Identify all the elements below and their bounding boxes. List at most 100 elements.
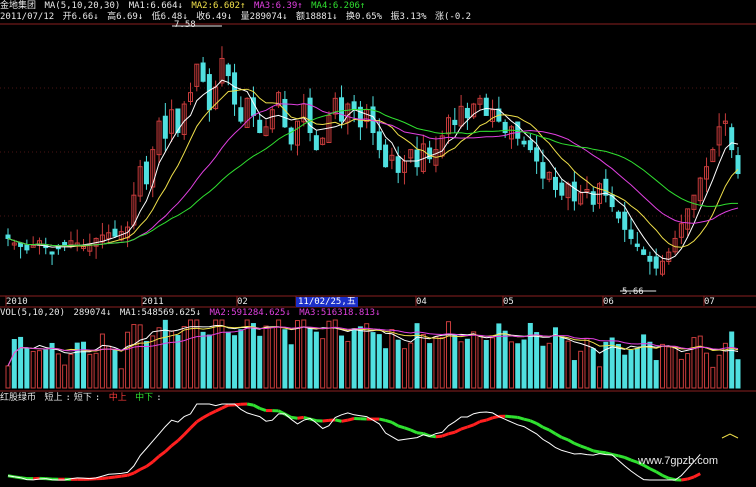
volume-bar bbox=[125, 331, 131, 389]
xaxis-tick-07: 07 bbox=[704, 297, 715, 307]
xaxis-tick-02: 02 bbox=[237, 297, 248, 307]
indicator-mid-line bbox=[151, 455, 161, 463]
volume-bar bbox=[420, 334, 426, 389]
volume-bar bbox=[175, 335, 181, 389]
volume-bar bbox=[647, 341, 653, 389]
indicator-mid-line bbox=[215, 406, 223, 413]
indicator-mid-line bbox=[139, 465, 148, 471]
volume-bar bbox=[477, 334, 483, 389]
indicator-mid-line bbox=[618, 454, 626, 459]
indicator-mid-line bbox=[441, 432, 450, 438]
date-cursor-label: 11/02/25,五 bbox=[296, 297, 358, 307]
volume-bar bbox=[326, 320, 332, 389]
candle-body bbox=[483, 97, 489, 116]
price-high-label: 7.58 bbox=[174, 20, 196, 30]
volume-bar bbox=[112, 349, 118, 389]
volume-bar bbox=[439, 336, 445, 389]
volume-bar bbox=[433, 336, 439, 389]
indicator-mid-line bbox=[479, 418, 487, 423]
volume-bar bbox=[471, 331, 477, 389]
candle-body bbox=[559, 182, 565, 196]
volume-bar bbox=[521, 339, 527, 389]
volume-bar bbox=[200, 331, 206, 389]
volume-bar bbox=[389, 329, 395, 389]
indicator-mid-line bbox=[466, 423, 475, 429]
volume-bar bbox=[213, 319, 219, 389]
indicator-mid-line bbox=[334, 418, 342, 423]
indicator-mid-line bbox=[649, 467, 657, 474]
watermark: www.7gpzb.com bbox=[638, 455, 719, 467]
volume-bar bbox=[118, 368, 124, 389]
candle-body bbox=[162, 115, 168, 139]
volume-bar bbox=[238, 329, 244, 389]
indicator-header: 红股绿币 短上: 短下: 中上 中下: bbox=[0, 393, 162, 403]
candle-body bbox=[464, 107, 470, 119]
volume-bar bbox=[527, 322, 533, 389]
volume-bar bbox=[36, 350, 42, 389]
indicator-mid-up: 中上 bbox=[108, 393, 127, 403]
candle-body bbox=[383, 144, 389, 168]
candle-body bbox=[571, 181, 577, 202]
indicator-mid-line bbox=[573, 442, 582, 448]
vol-params: VOL(5,10,20) bbox=[0, 308, 66, 318]
volume-bar bbox=[232, 335, 238, 389]
volume-bar bbox=[628, 349, 634, 389]
indicator-mid-line bbox=[580, 444, 588, 450]
stock-chart-window: { "header": { "stock_name": "金地集团", "ma_… bbox=[0, 0, 756, 487]
indicator-mid-line bbox=[322, 418, 330, 423]
indicator-mid-line bbox=[158, 450, 167, 458]
indicator-mid-line bbox=[593, 449, 600, 454]
indicator-mid-line bbox=[435, 434, 443, 439]
candle-body bbox=[313, 135, 319, 151]
stock-chart-canvas[interactable] bbox=[0, 0, 756, 487]
indicator-short-line bbox=[7, 403, 701, 481]
volume-bar bbox=[81, 341, 87, 389]
volume-bar bbox=[634, 348, 640, 389]
candle-body bbox=[553, 176, 558, 190]
volume-bar bbox=[534, 332, 540, 389]
indicator-mid-line bbox=[511, 415, 518, 419]
volume-bar bbox=[320, 338, 326, 389]
candle-body bbox=[647, 255, 653, 262]
xaxis-tick-06: 06 bbox=[603, 297, 614, 307]
volume-bar bbox=[131, 324, 137, 389]
indicator-mid-line bbox=[127, 471, 135, 477]
candle-body bbox=[143, 161, 149, 185]
volume-bar bbox=[250, 323, 256, 389]
candle-body bbox=[414, 149, 420, 168]
volume-bar bbox=[156, 327, 162, 389]
price-low-label: 5.66 bbox=[622, 287, 644, 297]
indicator-mid-line bbox=[170, 439, 179, 447]
volume-bar bbox=[332, 319, 338, 389]
volume-bar bbox=[282, 329, 288, 389]
volume-bar bbox=[659, 343, 665, 389]
volume-bar bbox=[666, 346, 672, 389]
candle-body bbox=[225, 64, 231, 77]
candle-body bbox=[729, 127, 735, 151]
indicator-mid-line bbox=[448, 430, 456, 436]
indicator-mid-line bbox=[121, 473, 128, 478]
vol-ma3: MA3:516318.813↓ bbox=[299, 308, 381, 318]
vol-ma2: MA2:591284.625↓ bbox=[209, 308, 291, 318]
indicator-mid-line bbox=[221, 403, 229, 410]
volume-bar bbox=[508, 341, 514, 389]
volume-bar bbox=[269, 326, 275, 389]
indicator-mid-line bbox=[385, 418, 393, 424]
volume-bar bbox=[206, 334, 212, 389]
indicator-mid-line bbox=[195, 416, 204, 424]
volume-bar bbox=[446, 321, 452, 389]
volume-bar bbox=[181, 326, 187, 389]
volume-bar bbox=[729, 331, 735, 389]
volume-bar bbox=[99, 333, 105, 389]
volume-bar bbox=[710, 366, 716, 389]
volume-bar bbox=[578, 350, 584, 389]
volume-bar bbox=[87, 353, 93, 389]
volume-bar bbox=[546, 342, 552, 389]
volume-bar bbox=[401, 348, 407, 389]
candle-body bbox=[628, 229, 634, 239]
volume-bar bbox=[106, 345, 112, 389]
indicator-mid-line bbox=[259, 406, 267, 412]
candle-body bbox=[376, 131, 382, 151]
indicator-mid-line bbox=[208, 409, 217, 416]
indicator-mid-line bbox=[586, 446, 594, 453]
